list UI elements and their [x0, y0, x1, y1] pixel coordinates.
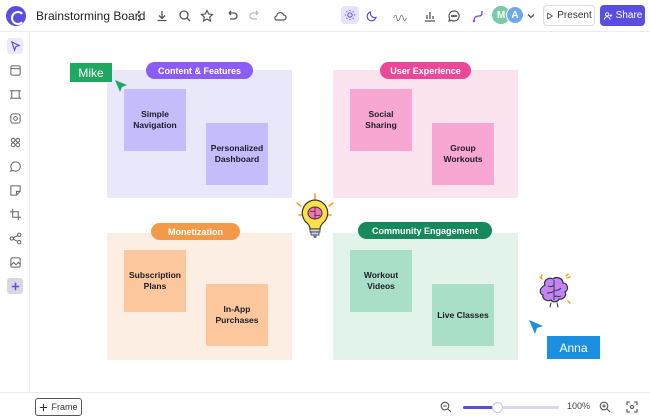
sticky-note[interactable]: Workout Videos [350, 250, 412, 312]
left-toolbar [0, 32, 30, 392]
sticky-note[interactable]: Personalized Dashboard [206, 123, 268, 185]
present-label: Present [557, 10, 592, 21]
zoom-level: 100% [567, 401, 591, 411]
frame-icon[interactable] [7, 62, 23, 78]
lightbulb-icon[interactable] [293, 193, 337, 241]
frame-button-label: Frame [51, 402, 78, 412]
search-icon[interactable] [177, 8, 193, 24]
frame-title[interactable]: User Experience [380, 62, 471, 79]
zoom-slider[interactable] [463, 402, 559, 413]
undo-icon[interactable] [224, 8, 240, 24]
board-canvas[interactable]: Content & Features Simple Navigation Per… [31, 33, 650, 392]
add-frame-button[interactable]: Frame [35, 398, 82, 416]
avatar[interactable]: A [506, 6, 524, 24]
sticky-note[interactable]: Simple Navigation [124, 89, 186, 151]
frame-title[interactable]: Monetization [151, 223, 240, 240]
bottom-bar: Frame 100% [0, 392, 650, 420]
play-icon [547, 12, 554, 19]
fit-screen-icon[interactable] [626, 401, 638, 413]
animation-icon[interactable] [389, 8, 411, 24]
plus-icon [40, 403, 48, 411]
share-label: Share [615, 10, 643, 21]
select-icon[interactable] [7, 38, 23, 54]
chart-icon[interactable] [422, 8, 438, 24]
sticky-note[interactable]: Live Classes [432, 284, 494, 346]
comment-icon[interactable] [446, 8, 462, 24]
zoom-in-icon[interactable] [599, 401, 611, 413]
moon-icon[interactable] [364, 8, 380, 24]
frame-title[interactable]: Content & Features [146, 62, 253, 79]
sticky-note[interactable]: Group Workouts [432, 123, 494, 185]
sticky-note[interactable]: Social Sharing [350, 89, 412, 151]
add-icon[interactable] [7, 278, 23, 294]
sun-icon[interactable] [341, 6, 359, 24]
chevron-down-icon[interactable] [523, 8, 539, 24]
cursor-arrow-icon [115, 80, 127, 92]
connector-icon[interactable] [470, 8, 486, 24]
resize-icon[interactable] [7, 86, 23, 102]
comment-icon[interactable] [7, 158, 23, 174]
sticky-note[interactable]: In-App Purchases [206, 284, 268, 346]
shape-icon[interactable] [7, 110, 23, 126]
cursor-arrow-icon [529, 320, 543, 334]
mindmap-icon[interactable] [7, 230, 23, 246]
top-toolbar: Brainstorming Board M A Present Share [0, 0, 650, 32]
frame-title[interactable]: Community Engagement [358, 222, 492, 239]
sticky-note[interactable]: Subscription Plans [124, 250, 186, 312]
star-icon[interactable] [199, 8, 215, 24]
components-icon[interactable] [7, 134, 23, 150]
cursor-label-anna: Anna [547, 336, 600, 359]
share-user-icon [603, 11, 612, 20]
zoom-out-icon[interactable] [440, 401, 452, 413]
share-button[interactable]: Share [600, 5, 645, 26]
cloud-icon[interactable] [272, 8, 288, 24]
board-title[interactable]: Brainstorming Board [36, 9, 145, 23]
cursor-label-mike: Mike [70, 63, 112, 82]
download-icon[interactable] [154, 8, 170, 24]
brain-icon[interactable] [534, 271, 574, 311]
redo-icon[interactable] [247, 8, 263, 24]
sticky-note-icon[interactable] [7, 182, 23, 198]
present-button[interactable]: Present [543, 5, 595, 26]
image-icon[interactable] [7, 254, 23, 270]
crop-icon[interactable] [7, 206, 23, 222]
logo-icon[interactable] [6, 6, 26, 26]
more-vertical-icon[interactable] [131, 8, 147, 24]
zoom-slider-handle[interactable] [491, 402, 503, 413]
